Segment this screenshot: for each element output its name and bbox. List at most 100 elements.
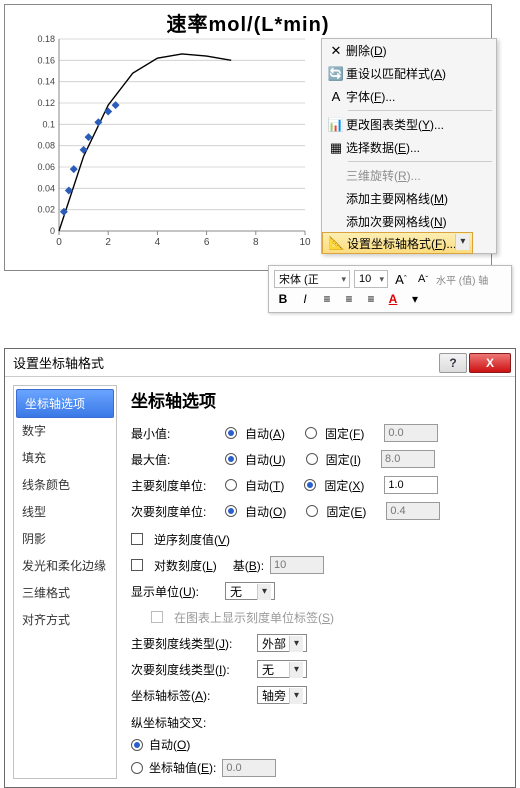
svg-text:0.16: 0.16: [37, 55, 55, 65]
value-input-1[interactable]: 8.0: [381, 450, 435, 468]
axis-row-label-2: 主要刻度单位:: [131, 477, 219, 494]
cross-value-label: 坐标轴值: [149, 761, 197, 775]
data-icon: ▦: [326, 140, 346, 156]
svg-text:0: 0: [56, 237, 62, 248]
cross-auto-radio[interactable]: [131, 739, 143, 751]
context-menu: ✕删除(D)🔄重设以匹配样式(A)A字体(F)...📊更改图表类型(Y)...▦…: [321, 38, 497, 254]
auto-radio-3[interactable]: [225, 505, 237, 517]
menu-separator: [348, 110, 492, 111]
font-color-dropdown-icon[interactable]: ▾: [406, 290, 424, 308]
dialog-close-button[interactable]: X: [469, 353, 511, 373]
svg-text:0.06: 0.06: [37, 162, 55, 172]
svg-text:0.14: 0.14: [37, 77, 55, 87]
svg-text:2: 2: [105, 237, 111, 248]
value-input-2[interactable]: 1.0: [384, 476, 438, 494]
display-unit-label: 显示单位: [131, 585, 179, 599]
dialog-help-button[interactable]: ?: [439, 353, 467, 373]
category-tab-5[interactable]: 阴影: [14, 525, 116, 552]
mini-format-toolbar: 宋体 (正 10 Aˆ Aˇ 水平 (值) 轴 B I ≡ ≡ ≡ A ▾: [268, 265, 512, 313]
axis-row-2: 主要刻度单位:自动(T)固定(X)1.0: [131, 472, 501, 498]
value-input-0[interactable]: 0.0: [384, 424, 438, 442]
ctx-选择数据[interactable]: ▦选择数据(E)...: [322, 136, 496, 159]
svg-text:0.02: 0.02: [37, 205, 55, 215]
svg-text:0.12: 0.12: [37, 98, 55, 108]
ctx-添加次要网格线[interactable]: 添加次要网格线(N): [322, 210, 496, 233]
svg-text:10: 10: [299, 237, 311, 248]
svg-text:4: 4: [155, 237, 161, 248]
dialog-category-list: 坐标轴选项数字填充线条颜色线型阴影发光和柔化边缘三维格式对齐方式: [13, 385, 117, 779]
major-tick-select[interactable]: 外部: [257, 634, 307, 652]
ctx-字体[interactable]: A字体(F)...: [322, 85, 496, 108]
align-right-button[interactable]: ≡: [362, 290, 380, 308]
check-row-0: 逆序刻度值(V): [131, 526, 501, 552]
fixed-radio-0[interactable]: [305, 427, 317, 439]
svg-text:0.04: 0.04: [37, 183, 55, 193]
show-unit-label-text: 在图表上显示刻度单位标签: [174, 611, 318, 625]
cross-auto-label: 自动: [149, 738, 173, 752]
italic-button[interactable]: I: [296, 290, 314, 308]
auto-radio-1[interactable]: [225, 453, 237, 465]
svg-text:6: 6: [204, 237, 210, 248]
reset-icon: 🔄: [326, 66, 346, 82]
ctx-删除[interactable]: ✕删除(D): [322, 39, 496, 62]
category-tab-7[interactable]: 三维格式: [14, 579, 116, 606]
fixed-radio-2[interactable]: [304, 479, 316, 491]
svg-text:0.1: 0.1: [42, 119, 55, 129]
axis-row-label-3: 次要刻度单位:: [131, 503, 219, 520]
font-size-dropdown[interactable]: 10: [354, 270, 388, 288]
category-tab-0[interactable]: 坐标轴选项: [16, 389, 114, 418]
minor-tick-label: 次要刻度线类型: [131, 663, 215, 677]
plot-area: 00.020.040.060.080.10.120.140.160.180246…: [23, 35, 311, 249]
svg-text:0: 0: [50, 226, 55, 236]
category-tab-6[interactable]: 发光和柔化边缘: [14, 552, 116, 579]
check-row-1: 对数刻度(L)基(B):10: [131, 552, 501, 578]
category-tab-3[interactable]: 线条颜色: [14, 471, 116, 498]
axis-row-label-1: 最大值:: [131, 451, 219, 468]
bold-button[interactable]: B: [274, 290, 292, 308]
minor-tick-select[interactable]: 无: [257, 660, 307, 678]
checkbox-1[interactable]: [131, 559, 143, 571]
font-icon: A: [326, 89, 346, 104]
axis-icon: 📐: [327, 235, 347, 251]
cross-value-input[interactable]: 0.0: [222, 759, 276, 777]
axis-row-0: 最小值:自动(A)固定(F)0.0: [131, 420, 501, 446]
axis-row-1: 最大值:自动(U)固定(I)8.0: [131, 446, 501, 472]
align-center-button[interactable]: ≡: [340, 290, 358, 308]
align-left-button[interactable]: ≡: [318, 290, 336, 308]
del-icon: ✕: [326, 43, 346, 59]
log-base-input[interactable]: 10: [270, 556, 324, 574]
ctx-更改图表类型[interactable]: 📊更改图表类型(Y)...: [322, 113, 496, 136]
cross-value-radio[interactable]: [131, 762, 143, 774]
checkbox-0[interactable]: [131, 533, 143, 545]
svg-text:0.18: 0.18: [37, 35, 55, 44]
fixed-radio-1[interactable]: [306, 453, 318, 465]
menu-separator: [348, 161, 492, 162]
dialog-options-panel: 坐标轴选项 最小值:自动(A)固定(F)0.0最大值:自动(U)固定(I)8.0…: [117, 385, 507, 779]
show-unit-label-checkbox: [151, 611, 163, 623]
cross-heading: 纵坐标轴交叉:: [131, 714, 501, 731]
font-grow-button[interactable]: Aˆ: [392, 270, 410, 288]
auto-radio-0[interactable]: [225, 427, 237, 439]
chart-icon: 📊: [326, 117, 346, 133]
ctx-重设以匹配样式[interactable]: 🔄重设以匹配样式(A): [322, 62, 496, 85]
value-input-3[interactable]: 0.4: [386, 502, 440, 520]
category-tab-8[interactable]: 对齐方式: [14, 606, 116, 633]
font-name-dropdown[interactable]: 宋体 (正: [274, 270, 350, 288]
display-unit-select[interactable]: 无: [225, 582, 275, 600]
auto-radio-2[interactable]: [225, 479, 237, 491]
font-color-button[interactable]: A: [384, 290, 402, 308]
plot-svg: 00.020.040.060.080.10.120.140.160.180246…: [23, 35, 311, 249]
category-tab-2[interactable]: 填充: [14, 444, 116, 471]
category-tab-4[interactable]: 线型: [14, 498, 116, 525]
major-tick-label: 主要刻度线类型: [131, 637, 215, 651]
fixed-radio-3[interactable]: [306, 505, 318, 517]
axis-row-label-0: 最小值:: [131, 425, 219, 442]
ctx-添加主要网格线[interactable]: 添加主要网格线(M): [322, 187, 496, 210]
options-heading: 坐标轴选项: [131, 387, 501, 412]
font-shrink-button[interactable]: Aˇ: [414, 270, 432, 288]
ctx-设置坐标轴格式[interactable]: 📐设置坐标轴格式(F)...: [322, 232, 473, 254]
toolbar-extra-text: 水平 (值) 轴: [436, 272, 488, 287]
axis-labels-select[interactable]: 轴旁: [257, 686, 307, 704]
category-tab-1[interactable]: 数字: [14, 417, 116, 444]
chart-title: 速率mol/(L*min): [5, 8, 491, 37]
